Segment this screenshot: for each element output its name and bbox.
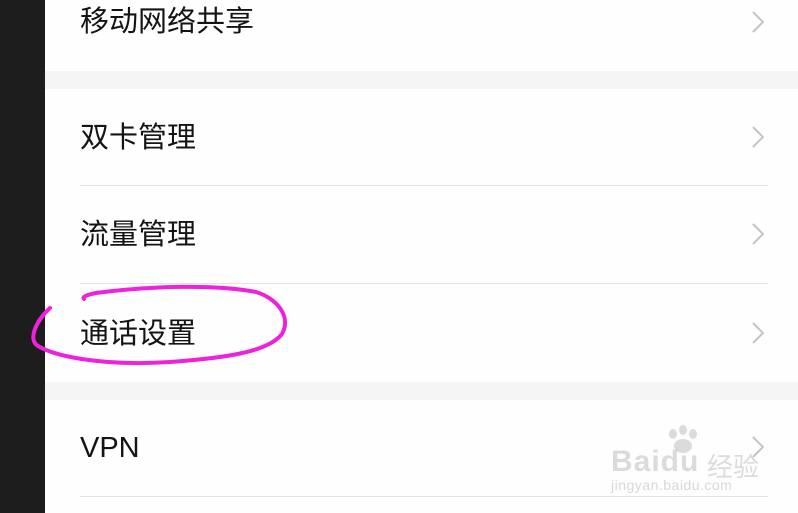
settings-item-label: 双卡管理 xyxy=(80,120,197,154)
settings-item-label: 移动网络共享 xyxy=(80,4,255,38)
settings-group-vpn: VPN xyxy=(45,400,798,513)
settings-item-vpn[interactable]: VPN xyxy=(45,400,798,496)
chevron-right-icon xyxy=(752,436,764,458)
divider xyxy=(80,496,768,497)
chevron-right-icon xyxy=(752,126,764,148)
settings-item-dual-sim[interactable]: 双卡管理 xyxy=(45,89,798,185)
settings-group-sim-call: 双卡管理 流量管理 通话设置 xyxy=(45,89,798,382)
settings-item-call-settings[interactable]: 通话设置 xyxy=(45,284,798,382)
settings-item-label: VPN xyxy=(80,432,140,464)
chevron-right-icon xyxy=(752,11,764,33)
left-edge-bar xyxy=(0,0,45,513)
chevron-right-icon xyxy=(752,322,764,344)
settings-item-label: 通话设置 xyxy=(80,316,197,350)
settings-item-label: 流量管理 xyxy=(80,217,197,251)
settings-group-network-sharing: 移动网络共享 xyxy=(45,0,798,71)
settings-item-mobile-hotspot[interactable]: 移动网络共享 xyxy=(45,0,798,71)
chevron-right-icon xyxy=(752,223,764,245)
settings-screen: 移动网络共享 双卡管理 流量管理 通话设置 VPN xyxy=(45,0,798,513)
settings-item-data-usage[interactable]: 流量管理 xyxy=(45,186,798,283)
